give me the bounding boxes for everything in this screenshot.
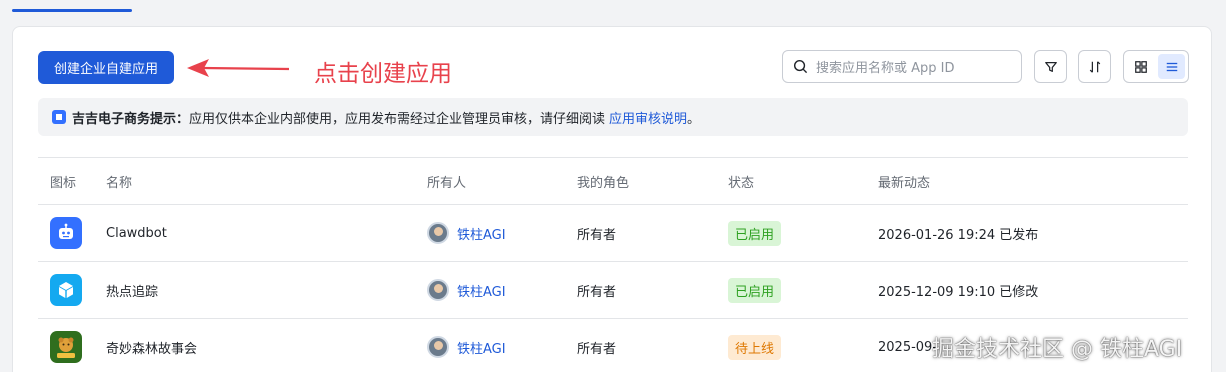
owner-link[interactable]: 铁柱AGI xyxy=(457,224,506,243)
grid-icon xyxy=(1134,60,1147,73)
grid-view-button[interactable] xyxy=(1127,54,1154,79)
watermark-text: 掘金技术社区 @ 铁柱AGI xyxy=(932,337,1183,362)
active-tab-indicator xyxy=(12,9,132,12)
notice-icon xyxy=(52,110,66,124)
activity-text: 2025-12-09 19:10 已修改 xyxy=(878,284,1039,300)
owner-link[interactable]: 铁柱AGI xyxy=(457,338,506,357)
notice-end: 。 xyxy=(687,111,701,127)
status-badge: 已启用 xyxy=(728,277,782,303)
robot-icon xyxy=(50,217,82,249)
box-icon xyxy=(50,274,82,306)
header-activity: 最新动态 xyxy=(878,175,931,191)
header-owner: 所有人 xyxy=(427,175,467,191)
search-input[interactable]: 搜索应用名称或 App ID xyxy=(782,50,1022,83)
avatar xyxy=(427,279,449,301)
sort-button[interactable] xyxy=(1078,50,1111,83)
app-name[interactable]: 奇妙森林故事会 xyxy=(94,338,415,357)
create-enterprise-app-button[interactable]: 创建企业自建应用 xyxy=(38,51,174,84)
header-name: 名称 xyxy=(106,175,133,191)
header-icon: 图标 xyxy=(50,175,77,191)
review-guide-link[interactable]: 应用审核说明 xyxy=(609,108,687,127)
status-badge: 待上线 xyxy=(728,334,782,360)
activity-text: 2026-01-26 19:24 已发布 xyxy=(878,227,1039,243)
header-role: 我的角色 xyxy=(577,175,630,191)
forest-story-icon xyxy=(50,331,82,363)
role-text: 所有者 xyxy=(577,341,617,357)
status-badge: 已启用 xyxy=(728,220,782,246)
avatar xyxy=(427,336,449,358)
table-header: 图标 名称 所有人 我的角色 状态 最新动态 xyxy=(38,157,1188,204)
search-placeholder: 搜索应用名称或 App ID xyxy=(816,61,955,76)
search-icon xyxy=(793,59,808,74)
role-text: 所有者 xyxy=(577,284,617,300)
notice-title: 吉吉电子商务提示： xyxy=(72,111,190,127)
table-row[interactable]: Clawdbot 铁柱AGI 所有者 已启用 2026-01-26 19:24 … xyxy=(38,204,1188,261)
role-text: 所有者 xyxy=(577,227,617,243)
annotation-arrow-icon xyxy=(187,59,290,77)
view-mode-toggle xyxy=(1123,50,1189,83)
app-list-card: 创建企业自建应用 点击创建应用 搜索应用名称或 App ID 吉吉电子商务提示：… xyxy=(12,26,1212,372)
list-icon xyxy=(1166,62,1177,71)
table-row[interactable]: 热点追踪 铁柱AGI 所有者 已启用 2025-12-09 19:10 已修改 xyxy=(38,261,1188,318)
app-name[interactable]: 热点追踪 xyxy=(94,281,415,300)
filter-icon xyxy=(1044,61,1057,72)
notice-bar: 吉吉电子商务提示： 应用仅供本企业内部使用，应用发布需经过企业管理员审核，请仔细… xyxy=(38,98,1188,136)
sort-icon xyxy=(1089,60,1100,73)
app-name[interactable]: Clawdbot xyxy=(94,226,415,241)
owner-link[interactable]: 铁柱AGI xyxy=(457,281,506,300)
list-view-button[interactable] xyxy=(1158,54,1185,79)
filter-button[interactable] xyxy=(1034,50,1067,83)
notice-text: 应用仅供本企业内部使用，应用发布需经过企业管理员审核，请仔细阅读 xyxy=(189,111,606,127)
annotation-text: 点击创建应用 xyxy=(314,61,452,87)
avatar xyxy=(427,222,449,244)
header-status: 状态 xyxy=(728,175,755,191)
